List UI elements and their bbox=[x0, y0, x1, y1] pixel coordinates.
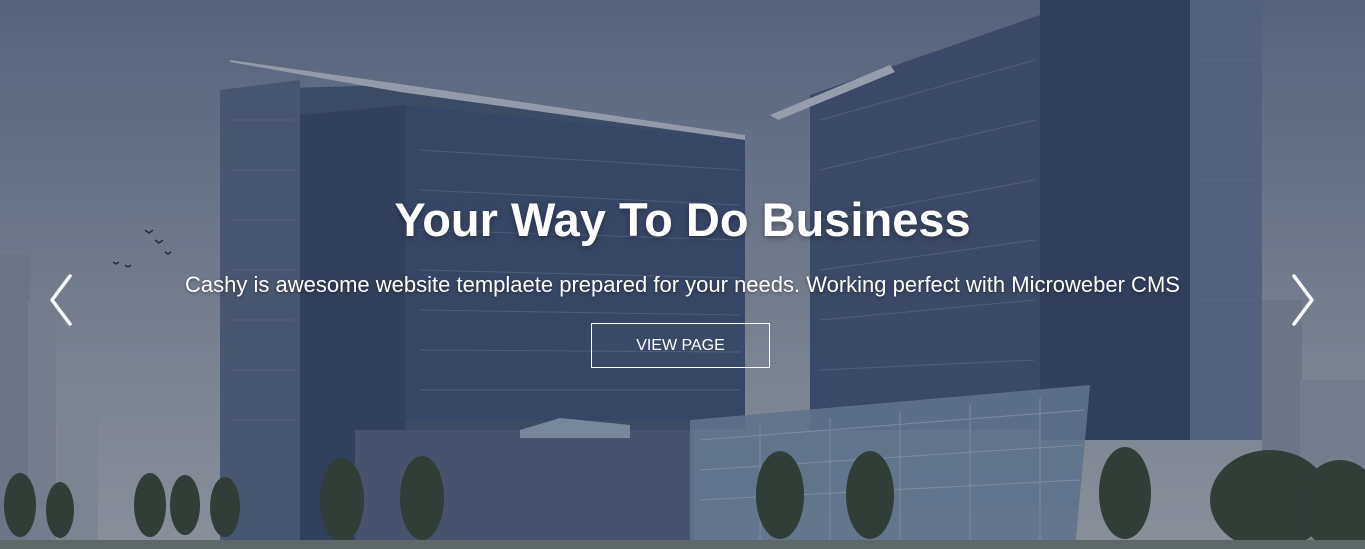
chevron-left-icon bbox=[50, 274, 72, 326]
hero-subtitle: Cashy is awesome website templaete prepa… bbox=[185, 272, 1180, 297]
hero-title: Your Way To Do Business bbox=[394, 193, 971, 246]
chevron-right-icon bbox=[1292, 274, 1314, 326]
hero-slider: Your Way To Do Business Cashy is awesome… bbox=[0, 0, 1365, 549]
hero-content: Your Way To Do Business Cashy is awesome… bbox=[0, 0, 1365, 549]
view-page-button[interactable]: VIEW PAGE bbox=[591, 323, 770, 368]
slider-next-button[interactable] bbox=[1282, 270, 1322, 330]
slider-prev-button[interactable] bbox=[42, 270, 82, 330]
